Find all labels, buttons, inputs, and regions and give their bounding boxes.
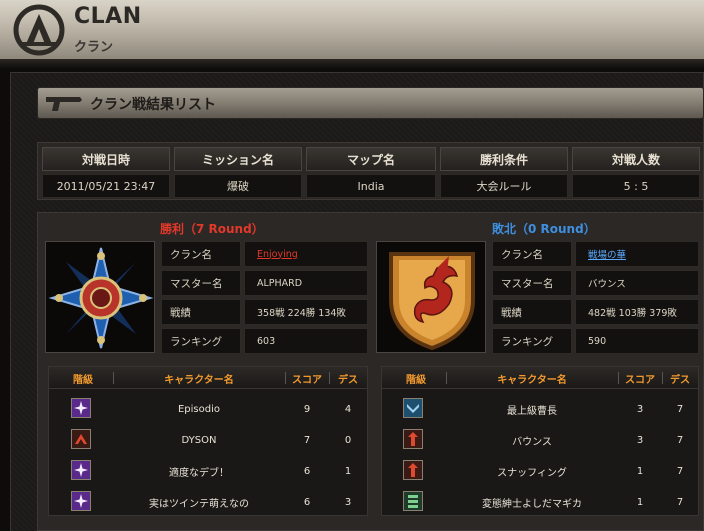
header-player-count: 対戦人数 <box>572 147 700 171</box>
red-chevron-rank-icon <box>71 429 91 449</box>
header-separator <box>618 372 619 384</box>
match-info-table: 対戦日時 ミッション名 マップ名 勝利条件 対戦人数 2011/05/21 23… <box>37 142 704 200</box>
winner-ranking: 603 <box>244 328 368 354</box>
loser-member-score: 3 <box>636 403 644 415</box>
pistol-icon <box>46 97 82 111</box>
page-header: CLAN クラン <box>0 0 704 69</box>
winner-member-death: 0 <box>344 434 352 446</box>
loser-member-name: 最上級曹長 <box>507 405 557 417</box>
header-separator <box>113 372 114 384</box>
value-date: 2011/05/21 23:47 <box>42 174 170 198</box>
winner-member-table: 階級 キャラクター名 スコア デス Episodio 9 4 DYSON 7 0… <box>48 366 368 516</box>
winner-master-name: ALPHARD <box>244 270 368 296</box>
winner-label-ranking: ランキング <box>161 328 241 354</box>
loser-ranking: 590 <box>575 328 699 354</box>
winner-member-name: Episodio <box>177 403 221 415</box>
winner-col-rank: 階級 <box>73 374 93 386</box>
winner-label-record: 戦績 <box>161 299 241 325</box>
loser-col-death: デス <box>670 374 690 386</box>
loser-clan-name-link[interactable]: 戦場の華 <box>575 241 699 267</box>
winner-member-name: 適度なデブ！ <box>169 467 229 479</box>
winner-clan-name-link[interactable]: Enjoying <box>244 241 368 267</box>
header-mission: ミッション名 <box>174 147 302 171</box>
loser-member-death: 7 <box>676 496 684 508</box>
loser-member-name: 変態紳士よしだマギカ <box>482 498 582 510</box>
winner-label-master: マスター名 <box>161 270 241 296</box>
loser-record: 482戦 103勝 379敗 <box>575 299 699 325</box>
loser-member-table: 階級 キャラクター名 スコア デス 最上級曹長 3 7 バウンス 3 7 スナッ… <box>381 366 699 516</box>
winner-col-character: キャラクター名 <box>164 374 234 386</box>
green-bars-rank-icon <box>403 491 423 511</box>
loser-member-death: 7 <box>676 465 684 477</box>
value-win-condition: 大会ルール <box>440 174 568 198</box>
header-separator <box>285 372 286 384</box>
header-win-condition: 勝利条件 <box>440 147 568 171</box>
loser-label-master: マスター名 <box>492 270 572 296</box>
loser-label-record: 戦績 <box>492 299 572 325</box>
winner-result: 勝利（7 Round） <box>160 222 264 236</box>
loser-master-name: バウンス <box>575 270 699 296</box>
purple-star-rank-icon <box>71 460 91 480</box>
purple-star-rank-icon <box>71 491 91 511</box>
compass-star-emblem-icon <box>48 247 154 349</box>
winner-member-name: 実はツインテ萌えなの <box>149 498 249 510</box>
loser-member-death: 7 <box>676 403 684 415</box>
loser-col-score: スコア <box>625 374 655 386</box>
red-bars-rank-icon <box>403 429 423 449</box>
loser-col-character: キャラクター名 <box>497 374 567 386</box>
loser-member-name: バウンス <box>512 436 552 448</box>
loser-member-death: 7 <box>676 434 684 446</box>
loser-member-score: 3 <box>636 434 644 446</box>
loser-member-score: 1 <box>636 465 644 477</box>
winner-member-score: 6 <box>303 496 311 508</box>
loser-label-clan-name: クラン名 <box>492 241 572 267</box>
header-separator <box>446 372 447 384</box>
winner-member-score: 6 <box>303 465 311 477</box>
winner-label-clan-name: クラン名 <box>161 241 241 267</box>
header-separator <box>662 372 663 384</box>
value-player-count: 5 : 5 <box>572 174 700 198</box>
winner-col-score: スコア <box>292 374 322 386</box>
winner-clan-emblem <box>45 241 155 353</box>
header-map: マップ名 <box>306 147 436 171</box>
winner-member-score: 7 <box>303 434 311 446</box>
loser-member-score: 1 <box>636 496 644 508</box>
value-mission: 爆破 <box>174 174 302 198</box>
loser-col-rank: 階級 <box>406 374 426 386</box>
red-bars-rank-icon <box>403 460 423 480</box>
winner-member-death: 4 <box>344 403 352 415</box>
value-map: India <box>306 174 436 198</box>
winner-member-death: 3 <box>344 496 352 508</box>
loser-label-ranking: ランキング <box>492 328 572 354</box>
winner-member-name: DYSON <box>181 434 217 446</box>
winner-member-score: 9 <box>303 403 311 415</box>
section-header: クラン戦結果リスト <box>37 87 704 119</box>
purple-star-rank-icon <box>71 398 91 418</box>
section-title: クラン戦結果リスト <box>90 97 216 113</box>
winner-record: 358戦 224勝 134敗 <box>244 299 368 325</box>
clan-logo-icon <box>13 4 65 56</box>
page-title: CLAN <box>74 4 142 29</box>
page-subtitle: クラン <box>74 40 114 55</box>
loser-result: 敗北（0 Round） <box>492 222 596 236</box>
loser-clan-emblem <box>376 241 486 353</box>
loser-member-name: スナッフィング <box>497 467 567 479</box>
winner-member-death: 1 <box>344 465 352 477</box>
winner-col-death: デス <box>338 374 358 386</box>
header-separator <box>329 372 330 384</box>
blue-chevron-rank-icon <box>403 398 423 418</box>
dragon-shield-emblem-icon <box>389 252 475 351</box>
header-date: 対戦日時 <box>42 147 170 171</box>
